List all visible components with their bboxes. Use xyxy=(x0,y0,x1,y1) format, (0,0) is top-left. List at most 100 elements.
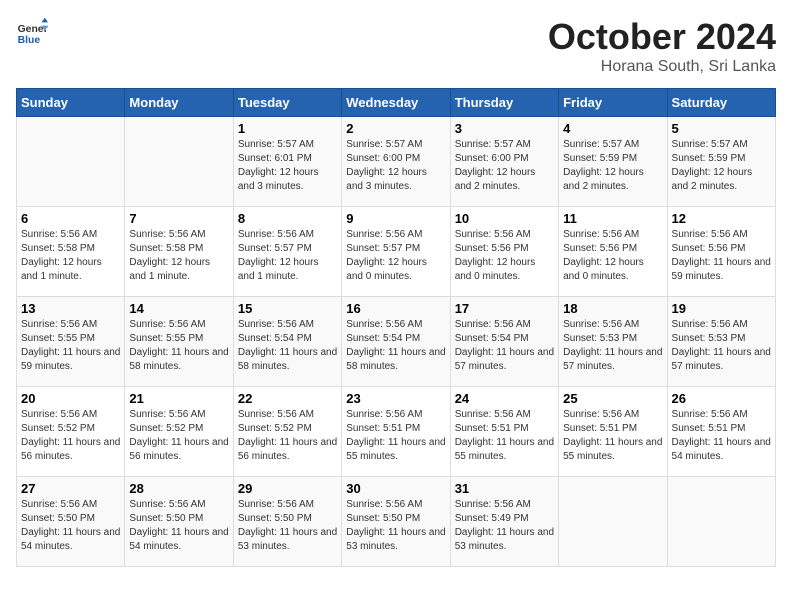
month-title: October 2024 xyxy=(548,16,776,58)
day-info: Sunrise: 5:56 AMSunset: 5:55 PMDaylight:… xyxy=(129,318,228,374)
day-info: Sunrise: 5:57 AMSunset: 6:01 PMDaylight:… xyxy=(238,138,337,194)
day-info: Sunrise: 5:56 AMSunset: 5:53 PMDaylight:… xyxy=(563,318,662,374)
calendar-cell: 19Sunrise: 5:56 AMSunset: 5:53 PMDayligh… xyxy=(667,297,775,387)
calendar-week-row: 6 Sunrise: 5:56 AMSunset: 5:58 PMDaylight… xyxy=(17,207,776,297)
weekday-header: Saturday xyxy=(667,89,775,117)
day-number: 18 xyxy=(563,301,662,316)
calendar-cell: 16 Sunrise: 5:56 AMSunset: 5:54 PMDayligh… xyxy=(342,297,450,387)
calendar-week-row: 20 Sunrise: 5:56 AMSunset: 5:52 PMDayligh… xyxy=(17,387,776,477)
calendar-cell: 14 Sunrise: 5:56 AMSunset: 5:55 PMDayligh… xyxy=(125,297,233,387)
day-info: Sunrise: 5:56 AMSunset: 5:50 PMDaylight:… xyxy=(21,498,120,554)
calendar-cell: 24 Sunrise: 5:56 AMSunset: 5:51 PMDayligh… xyxy=(450,387,558,477)
calendar-cell: 18 Sunrise: 5:56 AMSunset: 5:53 PMDayligh… xyxy=(559,297,667,387)
svg-text:Blue: Blue xyxy=(18,35,41,46)
location: Horana South, Sri Lanka xyxy=(548,58,776,76)
calendar-cell: 13Sunrise: 5:56 AMSunset: 5:55 PMDayligh… xyxy=(17,297,125,387)
calendar-cell: 21 Sunrise: 5:56 AMSunset: 5:52 PMDayligh… xyxy=(125,387,233,477)
day-info: Sunrise: 5:56 AMSunset: 5:53 PMDaylight:… xyxy=(672,318,771,374)
day-number: 27 xyxy=(21,481,120,496)
day-info: Sunrise: 5:57 AMSunset: 5:59 PMDaylight:… xyxy=(672,138,771,194)
weekday-header: Sunday xyxy=(17,89,125,117)
calendar-cell: 4 Sunrise: 5:57 AMSunset: 5:59 PMDaylight… xyxy=(559,117,667,207)
day-info: Sunrise: 5:56 AMSunset: 5:54 PMDaylight:… xyxy=(238,318,337,374)
calendar-table: SundayMondayTuesdayWednesdayThursdayFrid… xyxy=(16,88,776,567)
calendar-cell: 5 Sunrise: 5:57 AMSunset: 5:59 PMDaylight… xyxy=(667,117,775,207)
day-info: Sunrise: 5:56 AMSunset: 5:51 PMDaylight:… xyxy=(346,408,445,464)
day-number: 12 xyxy=(672,211,771,226)
day-number: 24 xyxy=(455,391,554,406)
day-number: 2 xyxy=(346,121,445,136)
day-info: Sunrise: 5:57 AMSunset: 6:00 PMDaylight:… xyxy=(455,138,554,194)
weekday-header: Thursday xyxy=(450,89,558,117)
day-info: Sunrise: 5:56 AMSunset: 5:51 PMDaylight:… xyxy=(455,408,554,464)
day-number: 30 xyxy=(346,481,445,496)
calendar-cell: 15Sunrise: 5:56 AMSunset: 5:54 PMDayligh… xyxy=(233,297,341,387)
day-info: Sunrise: 5:57 AMSunset: 6:00 PMDaylight:… xyxy=(346,138,445,194)
calendar-cell: 28 Sunrise: 5:56 AMSunset: 5:50 PMDayligh… xyxy=(125,477,233,567)
day-info: Sunrise: 5:56 AMSunset: 5:54 PMDaylight:… xyxy=(455,318,554,374)
calendar-cell xyxy=(17,117,125,207)
day-info: Sunrise: 5:56 AMSunset: 5:56 PMDaylight:… xyxy=(563,228,662,284)
day-info: Sunrise: 5:56 AMSunset: 5:52 PMDaylight:… xyxy=(21,408,120,464)
calendar-cell: 9Sunrise: 5:56 AMSunset: 5:57 PMDaylight… xyxy=(342,207,450,297)
weekday-header: Monday xyxy=(125,89,233,117)
day-number: 3 xyxy=(455,121,554,136)
day-number: 21 xyxy=(129,391,228,406)
weekday-header: Wednesday xyxy=(342,89,450,117)
day-number: 26 xyxy=(672,391,771,406)
calendar-cell: 10Sunrise: 5:56 AMSunset: 5:56 PMDayligh… xyxy=(450,207,558,297)
day-number: 25 xyxy=(563,391,662,406)
day-info: Sunrise: 5:56 AMSunset: 5:50 PMDaylight:… xyxy=(129,498,228,554)
calendar-week-row: 27 Sunrise: 5:56 AMSunset: 5:50 PMDayligh… xyxy=(17,477,776,567)
day-number: 14 xyxy=(129,301,228,316)
calendar-cell: 23 Sunrise: 5:56 AMSunset: 5:51 PMDayligh… xyxy=(342,387,450,477)
day-number: 5 xyxy=(672,121,771,136)
day-info: Sunrise: 5:56 AMSunset: 5:49 PMDaylight:… xyxy=(455,498,554,554)
day-info: Sunrise: 5:56 AMSunset: 5:54 PMDaylight:… xyxy=(346,318,445,374)
weekday-header: Tuesday xyxy=(233,89,341,117)
day-info: Sunrise: 5:56 AMSunset: 5:50 PMDaylight:… xyxy=(238,498,337,554)
day-number: 29 xyxy=(238,481,337,496)
calendar-cell: 26Sunrise: 5:56 AMSunset: 5:51 PMDayligh… xyxy=(667,387,775,477)
day-number: 1 xyxy=(238,121,337,136)
day-number: 23 xyxy=(346,391,445,406)
day-number: 6 xyxy=(21,211,120,226)
calendar-cell: 3 Sunrise: 5:57 AMSunset: 6:00 PMDaylight… xyxy=(450,117,558,207)
day-info: Sunrise: 5:56 AMSunset: 5:56 PMDaylight:… xyxy=(672,228,771,284)
calendar-cell: 29 Sunrise: 5:56 AMSunset: 5:50 PMDayligh… xyxy=(233,477,341,567)
day-number: 17 xyxy=(455,301,554,316)
calendar-cell: 31 Sunrise: 5:56 AMSunset: 5:49 PMDayligh… xyxy=(450,477,558,567)
calendar-cell xyxy=(559,477,667,567)
calendar-cell: 30 Sunrise: 5:56 AMSunset: 5:50 PMDayligh… xyxy=(342,477,450,567)
calendar-week-row: 1 Sunrise: 5:57 AMSunset: 6:01 PMDaylight… xyxy=(17,117,776,207)
title-block: October 2024 Horana South, Sri Lanka xyxy=(548,16,776,76)
day-number: 22 xyxy=(238,391,337,406)
day-info: Sunrise: 5:56 AMSunset: 5:56 PMDaylight:… xyxy=(455,228,554,284)
day-info: Sunrise: 5:56 AMSunset: 5:57 PMDaylight:… xyxy=(238,228,337,284)
day-number: 11 xyxy=(563,211,662,226)
calendar-cell: 7 Sunrise: 5:56 AMSunset: 5:58 PMDaylight… xyxy=(125,207,233,297)
day-number: 20 xyxy=(21,391,120,406)
calendar-cell: 6Sunrise: 5:56 AMSunset: 5:58 PMDaylight… xyxy=(17,207,125,297)
day-number: 7 xyxy=(129,211,228,226)
day-info: Sunrise: 5:56 AMSunset: 5:50 PMDaylight:… xyxy=(346,498,445,554)
calendar-cell xyxy=(125,117,233,207)
day-number: 16 xyxy=(346,301,445,316)
page-header: General Blue October 2024 Horana South, … xyxy=(16,16,776,76)
calendar-cell: 25 Sunrise: 5:56 AMSunset: 5:51 PMDayligh… xyxy=(559,387,667,477)
day-info: Sunrise: 5:57 AMSunset: 5:59 PMDaylight:… xyxy=(563,138,662,194)
day-number: 28 xyxy=(129,481,228,496)
day-info: Sunrise: 5:56 AMSunset: 5:52 PMDaylight:… xyxy=(129,408,228,464)
day-info: Sunrise: 5:56 AMSunset: 5:58 PMDaylight:… xyxy=(129,228,228,284)
calendar-week-row: 13Sunrise: 5:56 AMSunset: 5:55 PMDayligh… xyxy=(17,297,776,387)
calendar-cell: 11 Sunrise: 5:56 AMSunset: 5:56 PMDayligh… xyxy=(559,207,667,297)
day-info: Sunrise: 5:56 AMSunset: 5:51 PMDaylight:… xyxy=(563,408,662,464)
day-number: 4 xyxy=(563,121,662,136)
calendar-header: SundayMondayTuesdayWednesdayThursdayFrid… xyxy=(17,89,776,117)
day-number: 31 xyxy=(455,481,554,496)
calendar-cell: 1 Sunrise: 5:57 AMSunset: 6:01 PMDaylight… xyxy=(233,117,341,207)
calendar-cell: 27 Sunrise: 5:56 AMSunset: 5:50 PMDayligh… xyxy=(17,477,125,567)
calendar-cell: 12 Sunrise: 5:56 AMSunset: 5:56 PMDayligh… xyxy=(667,207,775,297)
calendar-cell: 2 Sunrise: 5:57 AMSunset: 6:00 PMDaylight… xyxy=(342,117,450,207)
day-number: 9 xyxy=(346,211,445,226)
